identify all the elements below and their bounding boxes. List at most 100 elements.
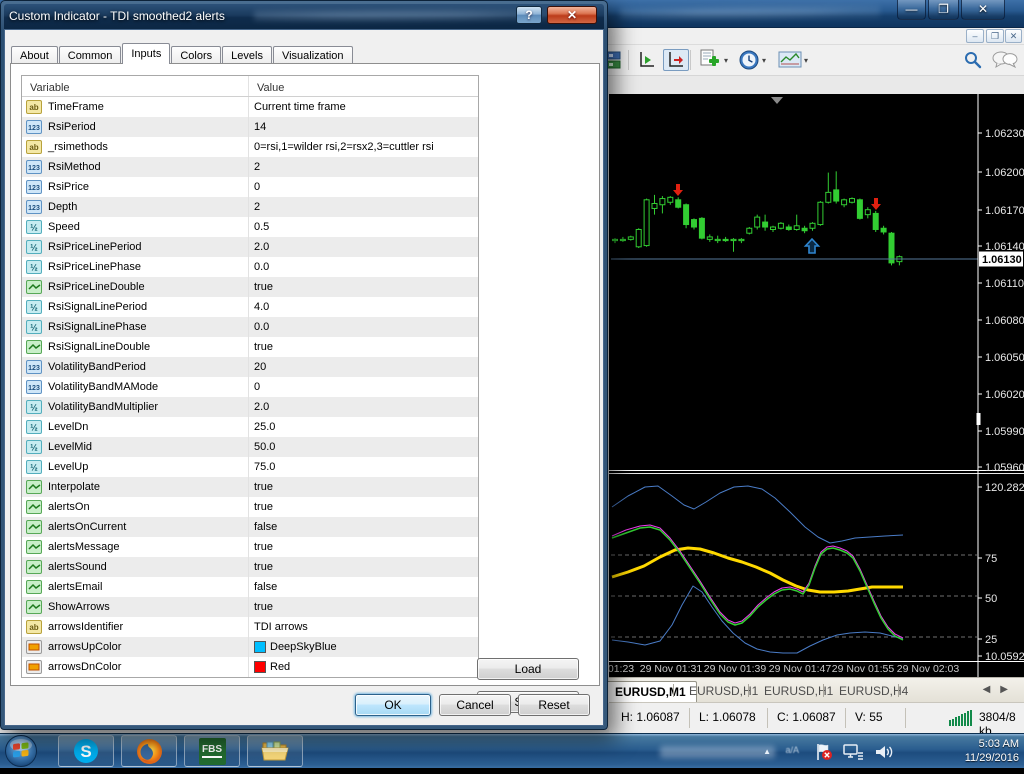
svg-text:½: ½ [30, 223, 38, 233]
param-row-arrowsUpColor[interactable]: arrowsUpColorDeepSkyBlue [22, 637, 478, 657]
time-axis-label: 29 Nov 01:31 [640, 663, 703, 675]
taskbar-explorer-button[interactable] [247, 735, 303, 767]
param-name: LevelMid [48, 441, 92, 453]
param-row-alertsMessage[interactable]: alertsMessagetrue [22, 537, 478, 557]
add-indicator-button[interactable]: ▾ [698, 49, 728, 71]
mdi-restore-icon[interactable]: ❐ [986, 29, 1004, 43]
param-row-RsiPeriod[interactable]: 123RsiPeriod14 [22, 117, 478, 137]
param-name: _rsimethods [48, 141, 108, 153]
param-name: alertsSound [48, 561, 107, 573]
minimize-icon[interactable]: — [897, 0, 926, 20]
param-row-LevelUp[interactable]: ½LevelUp75.0 [22, 457, 478, 477]
param-value: 0=rsi,1=wilder rsi,2=rsx2,3=cuttler rsi [254, 141, 434, 153]
param-row-alertsEmail[interactable]: alertsEmailfalse [22, 577, 478, 597]
param-name: RsiPriceLineDouble [48, 281, 145, 293]
param-row-RsiPriceLinePhase[interactable]: ½RsiPriceLinePhase0.0 [22, 257, 478, 277]
price-chart[interactable]: 1.062301.062001.061701.061401.061101.060… [609, 94, 1024, 677]
double-param-icon: ½ [26, 320, 43, 334]
chart-autoscroll-icon[interactable] [663, 49, 689, 71]
status-bar: 3804/8 kb H: 1.06087L: 1.06078C: 1.06087… [609, 702, 1024, 733]
close-icon[interactable]: ✕ [961, 0, 1005, 20]
status-segment-1: L: 1.06078 [699, 710, 756, 724]
param-row-TimeFrame[interactable]: abTimeFrameCurrent time frame [22, 97, 478, 117]
param-row-RsiPriceLinePeriod[interactable]: ½RsiPriceLinePeriod2.0 [22, 237, 478, 257]
param-row-alertsOnCurrent[interactable]: alertsOnCurrentfalse [22, 517, 478, 537]
svg-text:123: 123 [28, 165, 40, 172]
param-row-RsiSignalLinePeriod[interactable]: ½RsiSignalLinePeriod4.0 [22, 297, 478, 317]
chart-tab-3[interactable]: EURUSD,H4 [829, 681, 918, 703]
param-row-Interpolate[interactable]: Interpolatetrue [22, 477, 478, 497]
templates-button[interactable]: ▾ [778, 49, 808, 71]
svg-text:ab: ab [29, 623, 38, 632]
price-axis-label: 1.06170 [985, 205, 1024, 217]
param-row-arrowsIdentifier[interactable]: abarrowsIdentifierTDI arrows [22, 617, 478, 637]
svg-text:½: ½ [30, 243, 38, 253]
param-row-_rsimethods[interactable]: ab_rsimethods0=rsi,1=wilder rsi,2=rsx2,3… [22, 137, 478, 157]
bool-param-icon [26, 280, 43, 294]
param-row-RsiMethod[interactable]: 123RsiMethod2 [22, 157, 478, 177]
param-row-LevelDn[interactable]: ½LevelDn25.0 [22, 417, 478, 437]
param-row-LevelMid[interactable]: ½LevelMid50.0 [22, 437, 478, 457]
param-row-RsiSignalLineDouble[interactable]: RsiSignalLineDoubletrue [22, 337, 478, 357]
clock[interactable]: 5:03 AM 11/29/2016 [965, 737, 1019, 765]
taskbar-fbs-button[interactable]: FBS [184, 735, 240, 767]
status-segment-2: C: 1.06087 [777, 710, 836, 724]
time-axis-label: 29 Nov 02:03 [897, 663, 960, 675]
ok-button[interactable]: OK [355, 694, 431, 716]
blurred-taskbar-text [660, 746, 775, 758]
param-row-arrowsDnColor[interactable]: arrowsDnColorRed [22, 657, 478, 677]
param-row-VolatilityBandMAMode[interactable]: 123VolatilityBandMAMode0 [22, 377, 478, 397]
time-axis-label: 01:23 [609, 663, 634, 675]
param-row-Speed[interactable]: ½Speed0.5 [22, 217, 478, 237]
param-name: LevelUp [48, 461, 88, 473]
taskbar-firefox-button[interactable] [121, 735, 177, 767]
param-row-VolatilityBandPeriod[interactable]: 123VolatilityBandPeriod20 [22, 357, 478, 377]
current-price-label: 1.06130 [982, 254, 1022, 266]
param-value: true [254, 281, 273, 293]
start-button[interactable] [3, 734, 39, 774]
param-row-ShowArrows[interactable]: ShowArrowstrue [22, 597, 478, 617]
status-segment-3: V: 55 [855, 710, 883, 724]
param-value: 0 [254, 181, 260, 193]
cancel-button[interactable]: Cancel [439, 694, 511, 716]
taskbar-skype-button[interactable]: S [58, 735, 114, 767]
param-row-Depth[interactable]: 123Depth2 [22, 197, 478, 217]
param-value: Red [270, 661, 290, 673]
language-indicator[interactable]: a/A [785, 745, 799, 755]
action-center-flag-icon[interactable] [814, 743, 834, 766]
mdi-close-icon[interactable]: ✕ [1005, 29, 1022, 43]
network-icon[interactable] [842, 743, 864, 766]
double-param-icon: ½ [26, 240, 43, 254]
tile-windows-icon[interactable] [607, 49, 621, 71]
param-row-alertsOn[interactable]: alertsOn true [22, 497, 478, 517]
community-chat-icon[interactable] [992, 49, 1018, 71]
restore-icon[interactable]: ❐ [928, 0, 959, 20]
tab-scroll-arrows[interactable]: ◀▶ [983, 684, 1018, 695]
param-row-RsiPrice[interactable]: 123RsiPrice0 [22, 177, 478, 197]
mdi-minimize-icon[interactable]: – [966, 29, 984, 43]
tab-inputs[interactable]: Inputs [122, 43, 170, 64]
search-icon[interactable] [963, 49, 983, 71]
chart-shift-icon[interactable] [637, 49, 657, 71]
time-axis-label: 29 Nov 01:47 [769, 663, 832, 675]
reset-button[interactable]: Reset [518, 694, 590, 716]
show-hidden-icons-button[interactable]: ▲ [763, 747, 771, 756]
dialog-close-icon[interactable]: ✕ [547, 6, 597, 24]
table-header: Variable Value [22, 76, 478, 97]
skype-icon: S [73, 738, 99, 764]
load-button[interactable]: Load [477, 658, 579, 680]
param-row-RsiPriceLineDouble[interactable]: RsiPriceLineDouble true [22, 277, 478, 297]
param-row-RsiSignalLinePhase[interactable]: ½RsiSignalLinePhase0.0 [22, 317, 478, 337]
svg-text:½: ½ [30, 463, 38, 473]
bool-param-icon [26, 500, 43, 514]
param-row-alertsSound[interactable]: alertsSoundtrue [22, 557, 478, 577]
param-name: Interpolate [48, 481, 100, 493]
help-icon[interactable]: ? [516, 6, 542, 24]
dialog-titlebar[interactable]: Custom Indicator - TDI smoothed2 alerts … [4, 4, 604, 29]
param-row-VolatilityBandMultiplier[interactable]: ½VolatilityBandMultiplier2.0 [22, 397, 478, 417]
price-axis-label: 1.05960 [985, 462, 1024, 474]
volume-icon[interactable] [874, 743, 894, 766]
param-name: alertsOn [48, 501, 90, 513]
timeframes-clock-button[interactable]: ▾ [738, 49, 766, 71]
param-value: true [254, 501, 273, 513]
